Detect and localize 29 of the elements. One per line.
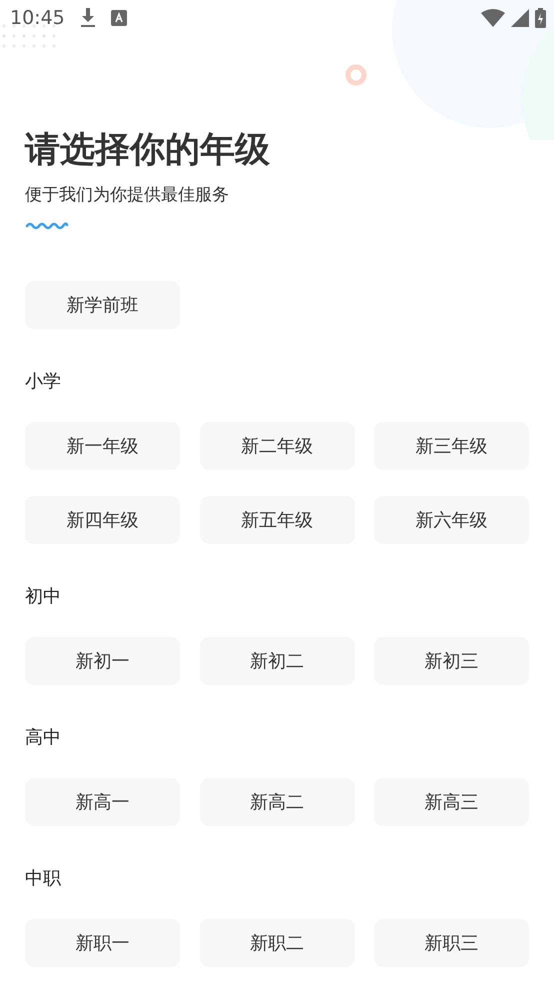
section-heading: 初中 xyxy=(25,585,62,609)
grade-button[interactable]: 新高二 xyxy=(200,778,354,826)
grade-button[interactable]: 新职一 xyxy=(25,919,180,967)
grade-button[interactable]: 新职三 xyxy=(374,919,529,967)
section-heading: 高中 xyxy=(25,726,62,750)
status-time: 10:45 xyxy=(10,7,65,29)
section-heading: 中职 xyxy=(25,867,62,891)
grade-button[interactable]: 新四年级 xyxy=(25,496,180,544)
grade-button[interactable]: 新学前班 xyxy=(25,281,180,329)
grade-button[interactable]: 新一年级 xyxy=(25,422,180,470)
grade-button[interactable]: 新高三 xyxy=(374,778,529,826)
grade-button[interactable]: 新职二 xyxy=(200,919,354,967)
signal-icon xyxy=(511,9,529,27)
battery-icon xyxy=(535,8,546,28)
wifi-icon xyxy=(481,9,505,27)
grade-button[interactable]: 新五年级 xyxy=(200,496,354,544)
page-subtitle: 便于我们为你提供最佳服务 xyxy=(25,184,230,207)
download-icon xyxy=(78,8,97,28)
grade-button[interactable]: 新初一 xyxy=(25,637,180,685)
grade-button[interactable]: 新初三 xyxy=(374,637,529,685)
grade-button[interactable]: 新初二 xyxy=(200,637,354,685)
grade-button[interactable]: 新高一 xyxy=(25,778,180,826)
grade-button[interactable]: 新六年级 xyxy=(374,496,529,544)
grade-button[interactable]: 新三年级 xyxy=(374,422,529,470)
page-title: 请选择你的年级 xyxy=(25,129,271,172)
grade-button[interactable]: 新二年级 xyxy=(200,422,354,470)
wave-icon xyxy=(25,221,69,229)
section-heading: 小学 xyxy=(25,370,62,394)
keyboard-icon xyxy=(110,10,127,26)
